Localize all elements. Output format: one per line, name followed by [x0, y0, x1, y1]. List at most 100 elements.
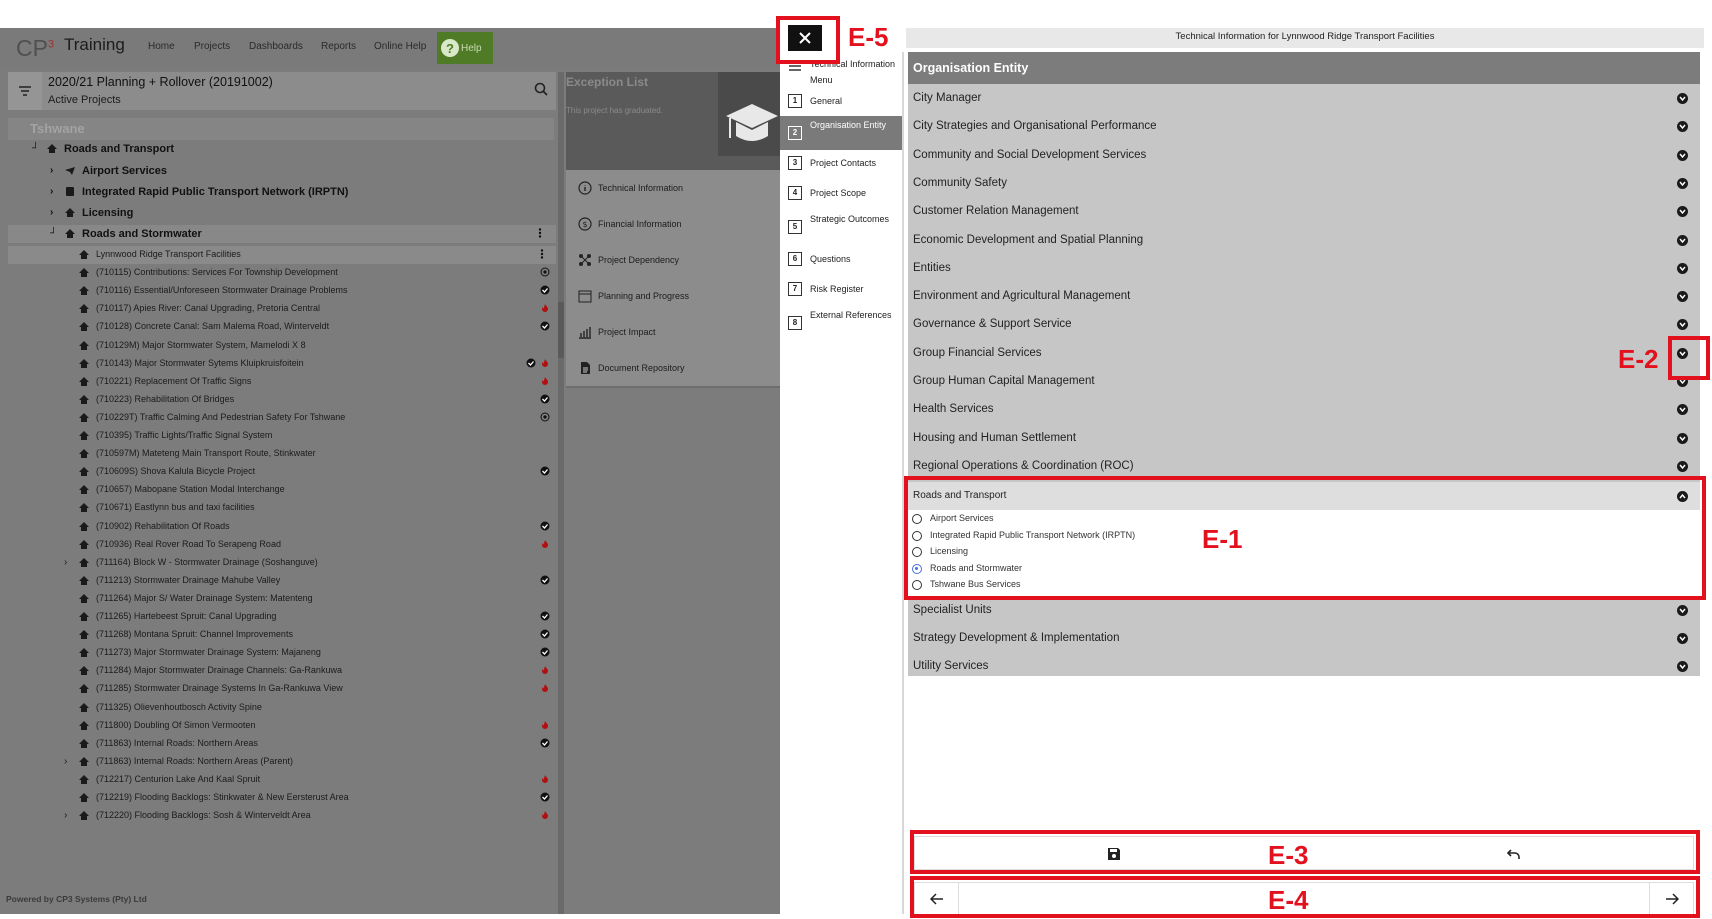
info-menu-planning-and-progress[interactable]: Planning and Progress [566, 278, 780, 316]
side-menu-questions[interactable]: 6 Questions [780, 248, 902, 270]
tree-project-item[interactable]: (711863) Internal Roads: Northern Areas [8, 735, 556, 753]
side-menu-organisation-entity[interactable]: 2 Organisation Entity [780, 116, 902, 150]
entity-row[interactable]: Group Financial Services [908, 339, 1700, 367]
nav-online-help[interactable]: Online Help [374, 41, 426, 52]
expander-icon[interactable]: › [64, 810, 76, 821]
search-button[interactable] [528, 76, 554, 102]
entity-row[interactable]: Strategy Development & Implementation [908, 624, 1700, 652]
side-menu-external-references[interactable]: 8 External References [780, 306, 902, 340]
side-menu-general[interactable]: 1 General [780, 90, 902, 112]
tree-project-item[interactable]: (711264) Major S/ Water Drainage System:… [8, 590, 556, 608]
tree-project-item[interactable]: › (711863) Internal Roads: Northern Areas… [8, 753, 556, 771]
entity-row[interactable]: Specialist Units [908, 596, 1700, 624]
tree-subgroup[interactable]: ┘ Roads and Stormwater [8, 225, 556, 243]
tree-project-item[interactable]: (710657) Mabopane Station Modal Intercha… [8, 481, 556, 499]
nav-home[interactable]: Home [148, 41, 175, 52]
entity-row[interactable]: Economic Development and Spatial Plannin… [908, 226, 1700, 254]
tree-department-roads-and-transport[interactable]: ┘ Roads and Transport [8, 140, 556, 158]
tree-project-item[interactable]: Lynnwood Ridge Transport Facilities [8, 246, 556, 264]
kebab-icon[interactable] [538, 228, 548, 238]
entity-row[interactable]: City Manager [908, 84, 1700, 112]
tree-project-item[interactable]: › (711164) Block W - Stormwater Drainage … [8, 554, 556, 572]
tree-root[interactable]: Tshwane [8, 118, 554, 140]
tree-subgroup[interactable]: › Licensing [8, 204, 556, 222]
entity-row[interactable]: Group Human Capital Management [908, 367, 1700, 395]
chevron-down-icon[interactable] [1677, 234, 1688, 246]
entity-row[interactable]: Entities [908, 254, 1700, 282]
side-menu-risk-register[interactable]: 7 Risk Register [780, 278, 902, 300]
tree-project-item[interactable]: (710395) Traffic Lights/Traffic Signal S… [8, 427, 556, 445]
tree-project-item[interactable]: (710221) Replacement Of Traffic Signs [8, 373, 556, 391]
tree-project-item[interactable]: (710129M) Major Stormwater System, Mamel… [8, 337, 556, 355]
expander-icon[interactable]: › [50, 165, 62, 176]
tree-project-item[interactable]: (710143) Major Stormwater Sytems Kluipkr… [8, 355, 556, 373]
info-menu-project-dependency[interactable]: Project Dependency [566, 242, 780, 280]
tree-project-item[interactable]: (710223) Rehabilitation Of Bridges [8, 391, 556, 409]
expander-icon[interactable]: ┘ [32, 143, 44, 154]
cp3-logo[interactable]: CP3 [16, 35, 54, 62]
chevron-down-icon[interactable] [1677, 291, 1688, 303]
tree-project-item[interactable]: (710229T) Traffic Calming And Pedestrian… [8, 409, 556, 427]
tree-project-item[interactable]: (710597M) Mateteng Main Transport Route,… [8, 445, 556, 463]
tree-project-item[interactable]: (710128) Concrete Canal: Sam Malema Road… [8, 318, 556, 336]
tree-project-item[interactable]: (712219) Flooding Backlogs: Stinkwater &… [8, 789, 556, 807]
status-kebab-icon[interactable] [540, 249, 550, 259]
info-menu-financial-information[interactable]: $ Financial Information [566, 206, 780, 244]
chevron-down-icon[interactable] [1677, 460, 1688, 472]
info-menu-document-repository[interactable]: Document Repository [566, 350, 780, 388]
entity-row[interactable]: Community and Social Development Service… [908, 141, 1700, 169]
tree-project-item[interactable]: (710671) Eastlynn bus and taxi facilitie… [8, 499, 556, 517]
tree-project-item[interactable]: (710116) Essential/Unforeseen Stormwater… [8, 282, 556, 300]
entity-row[interactable]: Housing and Human Settlement [908, 424, 1700, 452]
chevron-down-icon[interactable] [1677, 319, 1688, 331]
expander-icon[interactable]: › [64, 756, 76, 767]
tree-project-item[interactable]: (711325) Olievenhoutbosch Activity Spine [8, 699, 556, 717]
tree-project-item[interactable]: (711273) Major Stormwater Drainage Syste… [8, 644, 556, 662]
tree-project-item[interactable]: (711213) Stormwater Drainage Mahube Vall… [8, 572, 556, 590]
chevron-down-icon[interactable] [1677, 661, 1688, 672]
nav-dashboards[interactable]: Dashboards [249, 41, 303, 52]
chevron-down-icon[interactable] [1677, 262, 1688, 274]
chevron-down-icon[interactable] [1677, 206, 1688, 218]
tree-project-item[interactable]: (710936) Real Rover Road To Serapeng Roa… [8, 536, 556, 554]
tree-project-item[interactable]: (710902) Rehabilitation Of Roads [8, 518, 556, 536]
chevron-down-icon[interactable] [1677, 149, 1688, 161]
entity-row[interactable]: City Strategies and Organisational Perfo… [908, 112, 1700, 140]
nav-reports[interactable]: Reports [321, 41, 356, 52]
expander-icon[interactable]: ┘ [50, 228, 62, 239]
side-menu-project-contacts[interactable]: 3 Project Contacts [780, 152, 902, 174]
chevron-down-icon[interactable] [1677, 633, 1688, 644]
chevron-down-icon[interactable] [1677, 93, 1688, 104]
tree-project-item[interactable]: (711284) Major Stormwater Drainage Chann… [8, 662, 556, 680]
help-button[interactable]: ? Help [437, 32, 493, 64]
chevron-down-icon[interactable] [1677, 404, 1688, 416]
filter-button[interactable] [8, 72, 42, 110]
entity-row[interactable]: Health Services [908, 395, 1700, 423]
expander-icon[interactable]: › [50, 186, 62, 197]
entity-row[interactable]: Community Safety [908, 169, 1700, 197]
expander-icon[interactable]: › [64, 557, 76, 568]
entity-row[interactable]: Governance & Support Service [908, 310, 1700, 338]
info-menu-technical-information[interactable]: Technical Information [566, 170, 780, 208]
entity-row[interactable]: Utility Services [908, 652, 1700, 680]
chevron-down-icon[interactable] [1677, 432, 1688, 444]
tree-subgroup[interactable]: › Integrated Rapid Public Transport Netwo… [8, 183, 556, 201]
chevron-down-icon[interactable] [1677, 121, 1688, 133]
entity-row[interactable]: Customer Relation Management [908, 197, 1700, 225]
tree-project-item[interactable]: (711265) Hartebeest Spruit: Canal Upgrad… [8, 608, 556, 626]
chevron-down-icon[interactable] [1677, 177, 1688, 189]
tree-scrollbar[interactable] [558, 72, 564, 914]
nav-projects[interactable]: Projects [194, 41, 230, 52]
tree-project-item[interactable]: › (712220) Flooding Backlogs: Sosh & Wint… [8, 807, 556, 825]
entity-row[interactable]: Environment and Agricultural Management [908, 282, 1700, 310]
side-menu-strategic-outcomes[interactable]: 5 Strategic Outcomes [780, 210, 902, 244]
info-menu-project-impact[interactable]: Project Impact [566, 314, 780, 352]
side-menu-project-scope[interactable]: 4 Project Scope [780, 182, 902, 204]
tree-project-item[interactable]: (710609S) Shova Kalula Bicycle Project [8, 463, 556, 481]
chevron-down-icon[interactable] [1677, 605, 1688, 616]
tree-project-item[interactable]: (711285) Stormwater Drainage Systems In … [8, 680, 556, 698]
tree-subgroup[interactable]: › Airport Services [8, 162, 556, 180]
tree-project-item[interactable]: (710117) Apies River: Canal Upgrading, P… [8, 300, 556, 318]
expander-icon[interactable]: › [50, 207, 62, 218]
tree-project-item[interactable]: (710115) Contributions: Services For Tow… [8, 264, 556, 282]
